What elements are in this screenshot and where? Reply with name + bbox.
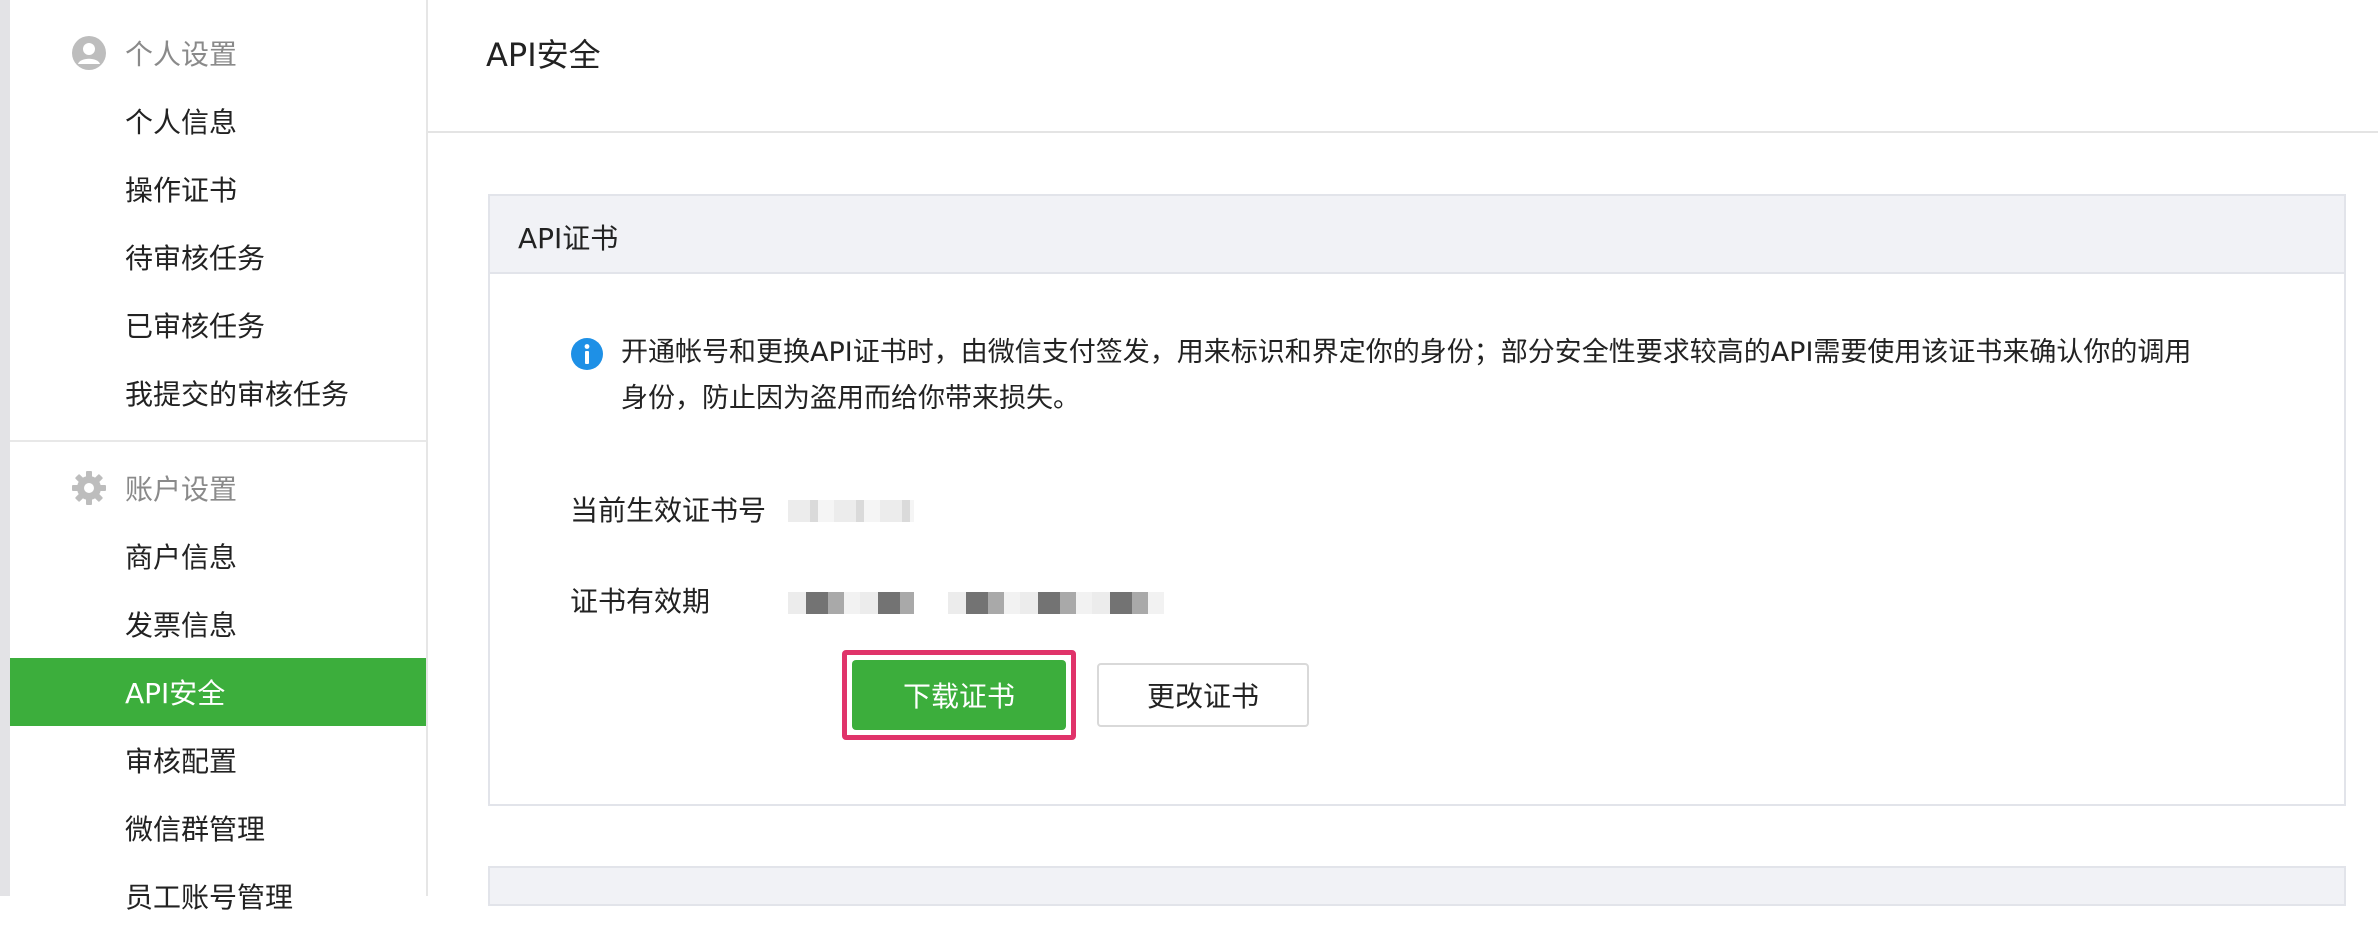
sidebar-item-review-config[interactable]: 审核配置 bbox=[10, 726, 426, 794]
download-cert-button[interactable]: 下载证书 bbox=[852, 660, 1066, 730]
sidebar-item-staff-accounts[interactable]: 员工账号管理 bbox=[10, 862, 426, 930]
user-icon bbox=[70, 34, 108, 72]
sidebar-item-api-security[interactable]: API安全 bbox=[10, 658, 426, 726]
sidebar-item-label: 微信群管理 bbox=[125, 813, 266, 846]
redacted-validity-start bbox=[788, 592, 914, 614]
group-label: 账户设置 bbox=[125, 473, 238, 506]
group-personal-settings: 个人设置 bbox=[10, 19, 426, 87]
window-edge bbox=[0, 0, 10, 896]
title-divider bbox=[428, 131, 2378, 133]
sidebar-item-label: 操作证书 bbox=[125, 174, 238, 207]
cert-validity-label: 证书有效期 bbox=[570, 585, 711, 618]
sidebar-item-label: 待审核任务 bbox=[125, 242, 266, 275]
card-header: API证书 bbox=[490, 196, 2344, 274]
sidebar-item-label: 商户信息 bbox=[125, 541, 238, 574]
sidebar: 个人设置 个人信息 操作证书 待审核任务 已审核任务 我提交的审核任务 账户设置… bbox=[10, 0, 428, 914]
sidebar-item-merchant-info[interactable]: 商户信息 bbox=[10, 522, 426, 590]
redacted-validity-end bbox=[948, 592, 1164, 614]
sidebar-divider bbox=[10, 440, 426, 442]
sidebar-item-my-submitted[interactable]: 我提交的审核任务 bbox=[10, 359, 426, 427]
page-title: API安全 bbox=[486, 36, 601, 74]
sidebar-item-personal-info[interactable]: 个人信息 bbox=[10, 87, 426, 155]
sidebar-item-operation-cert[interactable]: 操作证书 bbox=[10, 155, 426, 223]
next-card bbox=[488, 866, 2346, 906]
sidebar-item-label: 个人信息 bbox=[125, 106, 238, 139]
group-label: 个人设置 bbox=[125, 38, 238, 71]
info-text-line: 身份，防止因为盗用而给你带来损失。 bbox=[621, 383, 1080, 414]
sidebar-item-wechat-group[interactable]: 微信群管理 bbox=[10, 794, 426, 862]
gear-icon bbox=[70, 469, 108, 507]
main-content: API安全 API证书 开通帐号和更换API证书时，由微信支付签发，用来标识和界… bbox=[428, 0, 2378, 906]
current-cert-number-label: 当前生效证书号 bbox=[570, 494, 767, 527]
sidebar-item-label: 发票信息 bbox=[125, 609, 238, 642]
sidebar-item-label: API安全 bbox=[125, 677, 226, 710]
sidebar-item-invoice-info[interactable]: 发票信息 bbox=[10, 590, 426, 658]
change-cert-button[interactable]: 更改证书 bbox=[1097, 663, 1309, 727]
sidebar-item-label: 员工账号管理 bbox=[125, 881, 294, 914]
sidebar-item-pending-review[interactable]: 待审核任务 bbox=[10, 223, 426, 291]
sidebar-item-reviewed[interactable]: 已审核任务 bbox=[10, 291, 426, 359]
redacted-cert-number bbox=[788, 500, 914, 522]
info-text-line: 开通帐号和更换API证书时，由微信支付签发，用来标识和界定你的身份；部分安全性要… bbox=[621, 337, 2192, 368]
card-title: API证书 bbox=[518, 222, 619, 255]
group-account-settings: 账户设置 bbox=[10, 454, 426, 522]
info-text: 开通帐号和更换API证书时，由微信支付签发，用来标识和界定你的身份；部分安全性要… bbox=[621, 330, 2271, 422]
sidebar-item-label: 已审核任务 bbox=[125, 310, 266, 343]
sidebar-item-label: 我提交的审核任务 bbox=[125, 378, 350, 411]
api-cert-card: API证书 开通帐号和更换API证书时，由微信支付签发，用来标识和界定你的身份；… bbox=[488, 194, 2346, 806]
info-icon bbox=[570, 337, 604, 371]
sidebar-item-label: 审核配置 bbox=[125, 745, 238, 778]
